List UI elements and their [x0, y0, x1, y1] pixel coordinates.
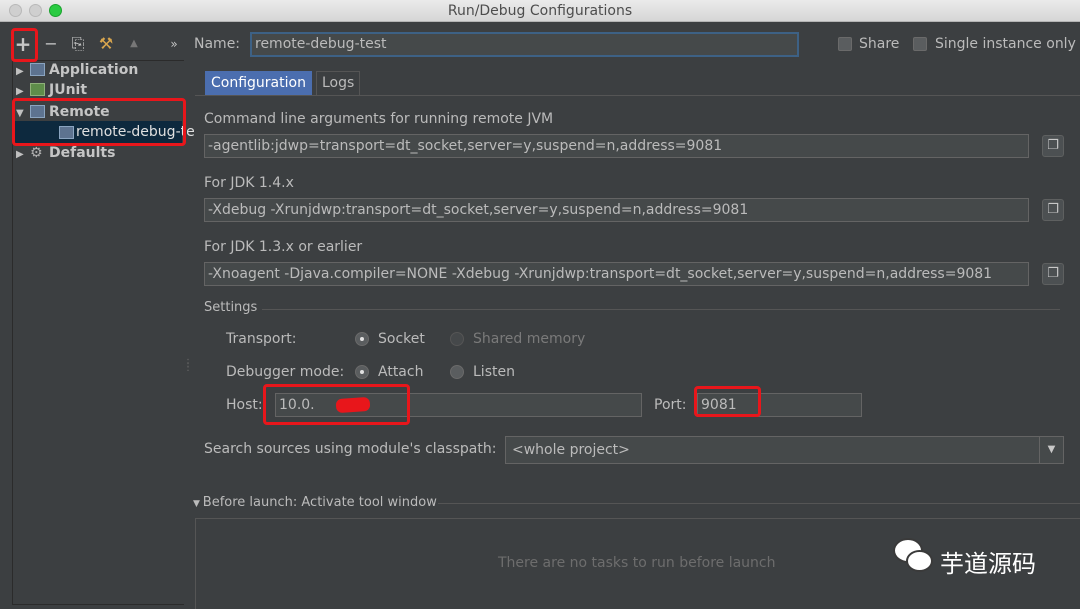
tree-node-application[interactable]: ▶ Application	[16, 60, 138, 80]
debugger-listen-radio[interactable]	[450, 365, 464, 379]
settings-label: Settings	[204, 300, 258, 315]
tab-logs[interactable]: Logs	[316, 71, 361, 95]
junit-icon	[30, 83, 45, 96]
transport-shared-memory-radio[interactable]	[450, 332, 464, 346]
remove-configuration-button[interactable]: −	[42, 35, 60, 53]
host-label: Host:	[226, 397, 263, 413]
cmd-args-field[interactable]: -agentlib:jdwp=transport=dt_socket,serve…	[204, 134, 1029, 158]
before-launch-empty-text: There are no tasks to run before launch	[498, 555, 776, 571]
name-input[interactable]: remote-debug-test	[250, 32, 799, 57]
splitter-grip-icon[interactable]: ⋮ ⋮	[183, 359, 193, 373]
title-bar: Run/Debug Configurations	[0, 0, 1080, 22]
before-launch-title-text: Before launch: Activate tool window	[202, 495, 437, 510]
search-sources-label: Search sources using module's classpath:	[204, 441, 497, 457]
jdk14-args-field[interactable]: -Xdebug -Xrunjdwp:transport=dt_socket,se…	[204, 198, 1029, 222]
share-checkbox[interactable]	[838, 37, 852, 51]
watermark-text: 芋道源码	[940, 550, 1036, 578]
more-actions-button[interactable]: »	[165, 35, 183, 53]
copy-jdk13-args-button[interactable]: ❐	[1042, 263, 1064, 285]
share-label[interactable]: Share	[859, 36, 899, 52]
expand-arrow-icon[interactable]: ▶	[16, 62, 30, 82]
jdk14-label: For JDK 1.4.x	[204, 175, 294, 191]
tree-node-junit[interactable]: ▶ JUnit	[16, 80, 87, 100]
jdk13-label: For JDK 1.3.x or earlier	[204, 239, 363, 255]
transport-socket-radio[interactable]	[355, 332, 369, 346]
highlight-port	[694, 386, 761, 417]
transport-label: Transport:	[226, 331, 297, 347]
copy-configuration-button[interactable]: ⎘	[69, 35, 87, 53]
transport-shared-memory-label[interactable]: Shared memory	[473, 331, 585, 347]
debugger-attach-label[interactable]: Attach	[378, 364, 423, 380]
tree-node-label: Defaults	[49, 145, 116, 161]
window-title: Run/Debug Configurations	[447, 3, 633, 19]
jdk13-args-field[interactable]: -Xnoagent -Djava.compiler=NONE -Xdebug -…	[204, 262, 1029, 286]
search-sources-value: <whole project>	[512, 442, 630, 458]
copy-icon: ❐	[1047, 266, 1059, 281]
single-instance-label[interactable]: Single instance only	[935, 36, 1076, 52]
highlight-remote-node	[12, 98, 186, 146]
highlight-add-button	[11, 28, 38, 62]
copy-cmd-args-button[interactable]: ❐	[1042, 135, 1064, 157]
port-label: Port:	[654, 397, 687, 413]
debugger-listen-label[interactable]: Listen	[473, 364, 515, 380]
tree-node-label: JUnit	[49, 82, 88, 98]
before-launch-title[interactable]: ▼ Before launch: Activate tool window	[193, 495, 437, 510]
settings-separator	[262, 309, 1060, 310]
wechat-logo-icon	[893, 538, 937, 578]
search-sources-combobox[interactable]: <whole project> ▼	[505, 436, 1064, 464]
collapse-arrow-icon[interactable]: ▼	[193, 499, 203, 509]
tree-node-label: Application	[49, 62, 139, 78]
edit-defaults-button[interactable]: ⚒	[97, 35, 115, 53]
tree-node-defaults[interactable]: ▶ ⚙ Defaults	[16, 143, 115, 163]
debugger-mode-label: Debugger mode:	[226, 364, 345, 380]
before-launch-separator	[438, 503, 1080, 504]
transport-socket-label[interactable]: Socket	[378, 331, 425, 347]
chevron-down-icon[interactable]: ▼	[1039, 437, 1063, 463]
tab-configuration[interactable]: Configuration	[205, 71, 312, 95]
highlight-host	[263, 384, 410, 425]
cmd-args-label: Command line arguments for running remot…	[204, 111, 554, 127]
move-up-button[interactable]: ▲	[125, 35, 143, 53]
copy-jdk14-args-button[interactable]: ❐	[1042, 199, 1064, 221]
expand-arrow-icon[interactable]: ▶	[16, 145, 30, 165]
single-instance-checkbox[interactable]	[913, 37, 927, 51]
application-icon	[30, 63, 45, 76]
name-label: Name:	[194, 36, 241, 52]
copy-icon: ❐	[1047, 138, 1059, 153]
copy-icon: ❐	[1047, 202, 1059, 217]
debugger-attach-radio[interactable]	[355, 365, 369, 379]
